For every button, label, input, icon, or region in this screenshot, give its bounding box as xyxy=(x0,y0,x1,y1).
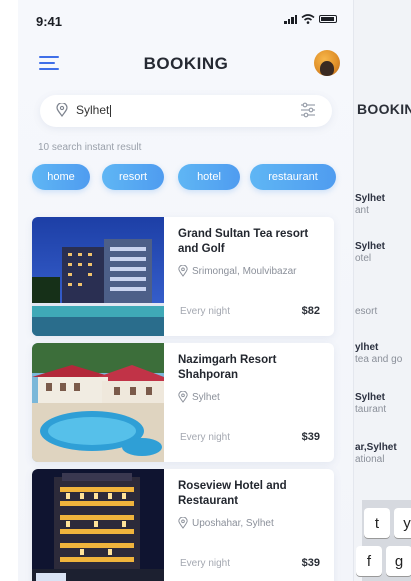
result-count: 10 search instant result xyxy=(38,142,142,153)
background-screen: BOOKIN Sylhet ant Sylhet otel esort ylhe… xyxy=(345,0,411,581)
background-page-title: BOOKIN xyxy=(357,101,411,117)
chip-home[interactable]: home xyxy=(32,164,90,190)
listing-photo xyxy=(32,343,164,462)
listing-period: Every night xyxy=(180,558,231,569)
listing-price: $82 xyxy=(301,305,320,317)
background-keyboard: t y f g xyxy=(356,500,411,581)
search-bar[interactable]: Sylhet xyxy=(40,95,332,127)
key-f: f xyxy=(356,546,382,576)
background-list-item: Sylhet otel xyxy=(355,241,386,264)
listing-name: Grand Sultan Tea resort and Golf xyxy=(178,228,309,255)
listing-price: $39 xyxy=(301,431,320,443)
chip-hotel[interactable]: hotel xyxy=(178,164,240,190)
map-pin-icon xyxy=(56,103,68,117)
app-header: BOOKING xyxy=(18,48,353,80)
status-time: 9:41 xyxy=(36,14,63,29)
listing-period: Every night xyxy=(180,306,231,317)
battery-icon xyxy=(319,15,337,23)
listing-card[interactable]: Nazimgarh Resort Shahporan Sylhet Every … xyxy=(32,343,334,462)
listing-card[interactable]: Grand Sultan Tea resort and Golf Srimong… xyxy=(32,217,334,336)
booking-screen: 9:41 BOOKING Sylhet 10 search instant re… xyxy=(18,0,354,581)
filter-sliders-icon[interactable] xyxy=(300,102,316,118)
listing-location: Srimongal, Moulvibazar xyxy=(178,265,297,277)
listing-location: Uposhahar, Sylhet xyxy=(178,517,274,529)
wifi-icon xyxy=(301,14,315,24)
key-g: g xyxy=(386,546,411,576)
listing-photo xyxy=(32,217,164,336)
map-pin-icon xyxy=(178,391,188,403)
listing-card[interactable]: Roseview Hotel and Restaurant Uposhahar,… xyxy=(32,469,334,581)
map-pin-icon xyxy=(178,517,188,529)
listing-location: Sylhet xyxy=(178,391,220,403)
chip-restaurant[interactable]: restaurant xyxy=(250,164,336,190)
key-t: t xyxy=(364,508,390,538)
listing-period: Every night xyxy=(180,432,231,443)
listing-name: Roseview Hotel and Restaurant xyxy=(178,480,287,507)
status-icons xyxy=(284,14,337,24)
status-bar: 9:41 xyxy=(36,14,337,30)
listing-name: Nazimgarh Resort Shahporan xyxy=(178,354,277,381)
listing-photo xyxy=(32,469,164,581)
background-list-item: Sylhet ant xyxy=(355,193,386,216)
user-avatar[interactable] xyxy=(314,50,340,76)
listing-price: $39 xyxy=(301,557,320,569)
cellular-signal-icon xyxy=(284,14,297,24)
background-list-item: ylhet tea and go xyxy=(355,342,403,365)
background-list-item: Sylhet taurant xyxy=(355,392,387,415)
key-y: y xyxy=(394,508,411,538)
chip-resort[interactable]: resort xyxy=(102,164,164,190)
page-title: BOOKING xyxy=(143,54,229,73)
background-list-item: ar,Sylhet ational xyxy=(355,442,397,465)
map-pin-icon xyxy=(178,265,188,277)
search-input[interactable]: Sylhet xyxy=(76,103,112,117)
background-list-item: esort xyxy=(355,306,378,317)
